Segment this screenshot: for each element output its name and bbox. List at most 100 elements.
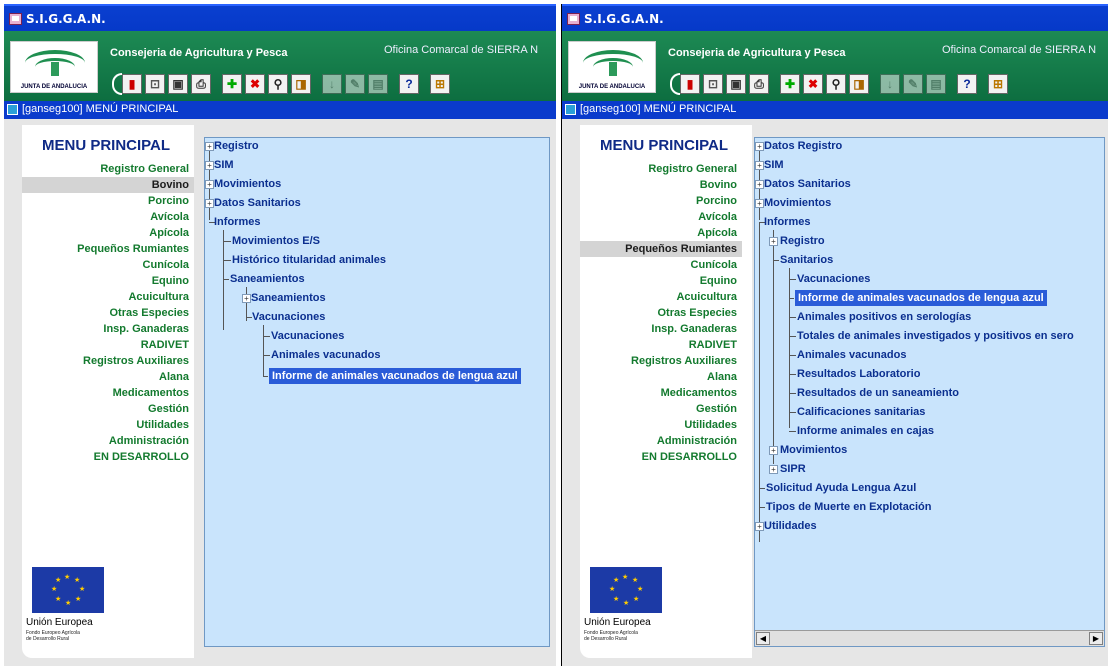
menu-item-insp-ganaderas[interactable]: Insp. Ganaderas: [580, 321, 742, 337]
tree-node[interactable]: SIPR: [780, 461, 806, 477]
tree-node[interactable]: Movimientos: [764, 195, 831, 211]
tree-node[interactable]: Vacunaciones: [797, 271, 870, 287]
menu-item-en-desarrollo[interactable]: EN DESARROLLO: [580, 449, 742, 465]
tree-node[interactable]: Saneamientos: [251, 290, 326, 306]
tree-node[interactable]: Informes: [764, 214, 810, 230]
menu-item-otras-especies[interactable]: Otras Especies: [580, 305, 742, 321]
tree-node[interactable]: Sanitarios: [780, 252, 833, 268]
tree-node[interactable]: Datos Sanitarios: [764, 176, 851, 192]
tree-node[interactable]: Vacunaciones: [271, 328, 344, 344]
menu-item-utilidades[interactable]: Utilidades: [22, 417, 194, 433]
delete-icon[interactable]: ✖: [245, 74, 265, 94]
menu-item-equino[interactable]: Equino: [580, 273, 742, 289]
download-icon[interactable]: ↓: [322, 74, 342, 94]
tree-node[interactable]: Saneamientos: [230, 271, 305, 287]
menu-item-porcino[interactable]: Porcino: [580, 193, 742, 209]
print-icon[interactable]: ⎙: [749, 74, 769, 94]
network-icon[interactable]: ⊞: [430, 74, 450, 94]
tree-node[interactable]: Animales vacunados: [271, 347, 380, 363]
edit-icon[interactable]: ✎: [345, 74, 365, 94]
exit-icon[interactable]: ▮: [680, 74, 700, 94]
tree-node[interactable]: Tipos de Muerte en Explotación: [766, 499, 931, 515]
help-icon[interactable]: ?: [957, 74, 977, 94]
menu-item-acuicultura[interactable]: Acuicultura: [580, 289, 742, 305]
tree-node[interactable]: Datos Registro: [764, 138, 842, 154]
menu-item-acuicultura[interactable]: Acuicultura: [22, 289, 194, 305]
tree-node[interactable]: Informe animales en cajas: [797, 423, 934, 439]
edit-icon[interactable]: ✎: [903, 74, 923, 94]
menu-item-apicola[interactable]: Apícola: [580, 225, 742, 241]
tree-node[interactable]: Vacunaciones: [252, 309, 325, 325]
tree-node[interactable]: Resultados Laboratorio: [797, 366, 920, 382]
menu-item-alana[interactable]: Alana: [22, 369, 194, 385]
menu-item-insp-ganaderas[interactable]: Insp. Ganaderas: [22, 321, 194, 337]
tree-node[interactable]: Movimientos E/S: [232, 233, 320, 249]
menu-item-registros-auxiliares[interactable]: Registros Auxiliares: [580, 353, 742, 369]
menu-tree[interactable]: + Datos Registro + SIM + Datos Sanitarios +…: [754, 137, 1105, 647]
scroll-right-button[interactable]: ▶: [1089, 632, 1103, 645]
tree-node-selected[interactable]: Informe de animales vacunados de lengua …: [269, 368, 521, 384]
tree-node-selected[interactable]: Informe de animales vacunados de lengua …: [795, 290, 1047, 306]
menu-item-medicamentos[interactable]: Medicamentos: [22, 385, 194, 401]
menu-item-medicamentos[interactable]: Medicamentos: [580, 385, 742, 401]
tree-node[interactable]: Movimientos: [780, 442, 847, 458]
open-icon[interactable]: ⊡: [145, 74, 165, 94]
menu-item-en-desarrollo[interactable]: EN DESARROLLO: [22, 449, 194, 465]
tree-node[interactable]: Registro: [214, 138, 259, 154]
menu-item-registro-general[interactable]: Registro General: [22, 161, 194, 177]
exit-icon[interactable]: ▮: [122, 74, 142, 94]
menu-item-gestion[interactable]: Gestión: [22, 401, 194, 417]
menu-item-cunicola[interactable]: Cunícola: [580, 257, 742, 273]
tree-node[interactable]: Datos Sanitarios: [214, 195, 301, 211]
query-icon[interactable]: ◨: [291, 74, 311, 94]
menu-item-bovino[interactable]: Bovino: [580, 177, 742, 193]
menu-item-radivet[interactable]: RADIVET: [22, 337, 194, 353]
menu-item-apicola[interactable]: Apícola: [22, 225, 194, 241]
help-icon[interactable]: ?: [399, 74, 419, 94]
menu-item-administracion[interactable]: Administración: [580, 433, 742, 449]
menu-item-registros-auxiliares[interactable]: Registros Auxiliares: [22, 353, 194, 369]
tree-node[interactable]: Registro: [780, 233, 825, 249]
tree-node[interactable]: Informes: [214, 214, 260, 230]
tree-node[interactable]: Utilidades: [764, 518, 817, 534]
open-icon[interactable]: ⊡: [703, 74, 723, 94]
tree-node[interactable]: Animales positivos en serologías: [797, 309, 971, 325]
download-icon[interactable]: ↓: [880, 74, 900, 94]
form-icon[interactable]: ▤: [368, 74, 388, 94]
menu-item-otras-especies[interactable]: Otras Especies: [22, 305, 194, 321]
tree-node[interactable]: Totales de animales investigados y posit…: [797, 328, 1074, 344]
tree-node[interactable]: SIM: [764, 157, 784, 173]
delete-icon[interactable]: ✖: [803, 74, 823, 94]
menu-item-utilidades[interactable]: Utilidades: [580, 417, 742, 433]
save-icon[interactable]: ▣: [726, 74, 746, 94]
scroll-left-button[interactable]: ◀: [756, 632, 770, 645]
tree-node[interactable]: Histórico titularidad animales: [232, 252, 386, 268]
menu-item-registro-general[interactable]: Registro General: [580, 161, 742, 177]
save-icon[interactable]: ▣: [168, 74, 188, 94]
network-icon[interactable]: ⊞: [988, 74, 1008, 94]
print-icon[interactable]: ⎙: [191, 74, 211, 94]
find-icon[interactable]: ⚲: [268, 74, 288, 94]
menu-item-equino[interactable]: Equino: [22, 273, 194, 289]
menu-item-administracion[interactable]: Administración: [22, 433, 194, 449]
menu-item-porcino[interactable]: Porcino: [22, 193, 194, 209]
tree-node[interactable]: Solicitud Ayuda Lengua Azul: [766, 480, 916, 496]
menu-tree[interactable]: + Registro + SIM + Movimientos + Datos Sanit…: [204, 137, 550, 647]
query-icon[interactable]: ◨: [849, 74, 869, 94]
menu-item-avicola[interactable]: Avícola: [580, 209, 742, 225]
menu-item-gestion[interactable]: Gestión: [580, 401, 742, 417]
horizontal-scrollbar[interactable]: ◀ ▶: [755, 630, 1104, 646]
tree-node[interactable]: Calificaciones sanitarias: [797, 404, 925, 420]
tree-node[interactable]: Animales vacunados: [797, 347, 906, 363]
menu-item-pequenos-rumiantes[interactable]: Pequeños Rumiantes: [580, 241, 742, 257]
find-icon[interactable]: ⚲: [826, 74, 846, 94]
tree-node[interactable]: Resultados de un saneamiento: [797, 385, 959, 401]
menu-item-radivet[interactable]: RADIVET: [580, 337, 742, 353]
menu-item-avicola[interactable]: Avícola: [22, 209, 194, 225]
tree-node[interactable]: SIM: [214, 157, 234, 173]
menu-item-alana[interactable]: Alana: [580, 369, 742, 385]
insert-icon[interactable]: ✚: [780, 74, 800, 94]
form-icon[interactable]: ▤: [926, 74, 946, 94]
menu-item-pequenos-rumiantes[interactable]: Pequeños Rumiantes: [22, 241, 194, 257]
menu-item-bovino[interactable]: Bovino: [22, 177, 194, 193]
